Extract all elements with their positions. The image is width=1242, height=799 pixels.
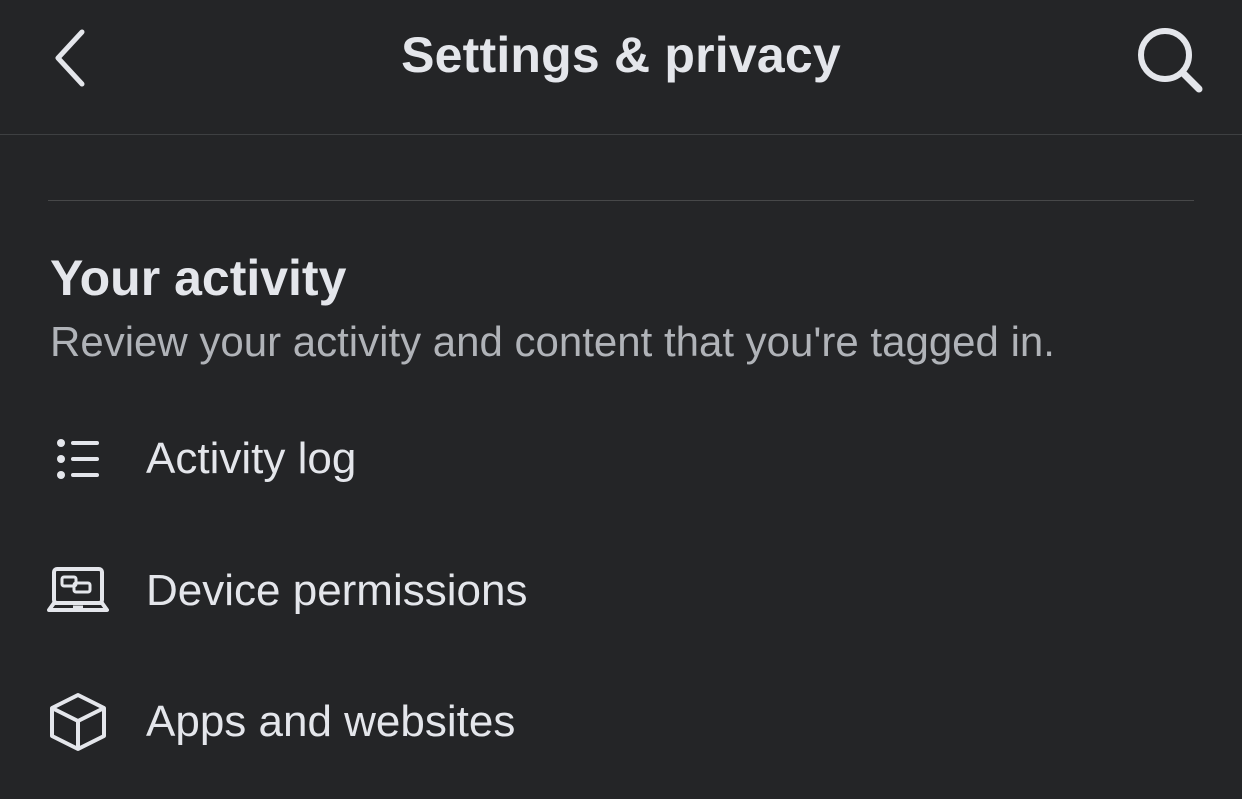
list-icon	[46, 427, 110, 491]
section-title: Your activity	[50, 250, 347, 306]
apps-and-websites-label: Apps and websites	[146, 697, 516, 746]
device-permissions-item[interactable]: Device permissions	[0, 536, 1242, 646]
apps-and-websites-item[interactable]: Apps and websites	[0, 667, 1242, 777]
activity-log-label: Activity log	[146, 434, 357, 483]
section-subtitle: Review your activity and content that yo…	[50, 318, 1055, 365]
search-icon	[1138, 28, 1203, 93]
laptop-icon	[46, 559, 110, 623]
search-button[interactable]	[1128, 22, 1212, 98]
top-bar: Settings & privacy	[0, 0, 1242, 135]
section-divider	[48, 200, 1194, 201]
device-permissions-label: Device permissions	[146, 566, 528, 615]
activity-log-item[interactable]: Activity log	[0, 404, 1242, 514]
cube-icon	[46, 690, 110, 754]
page-title: Settings & privacy	[401, 27, 841, 83]
